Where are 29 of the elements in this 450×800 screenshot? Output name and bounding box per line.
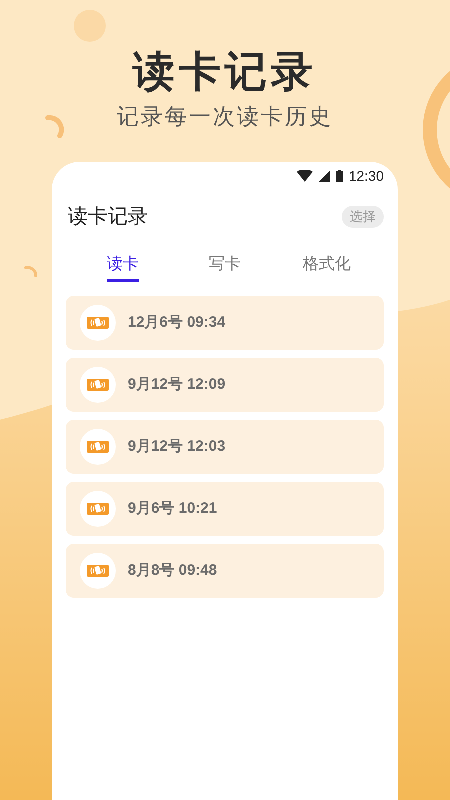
record-item[interactable]: 9月6号 10:21 — [66, 482, 384, 536]
screen-title: 读卡记录 — [68, 205, 148, 230]
tab[interactable]: 写卡 — [209, 254, 241, 282]
card-reader-icon — [80, 367, 116, 403]
card-reader-icon — [80, 429, 116, 465]
record-item[interactable]: 8月8号 09:48 — [66, 544, 384, 598]
status-time: 12:30 — [348, 166, 384, 186]
record-item[interactable]: 9月12号 12:09 — [66, 358, 384, 412]
decorative-arc — [24, 266, 38, 278]
record-item[interactable]: 12月6号 09:34 — [66, 296, 384, 350]
card-reader-icon — [80, 305, 116, 341]
record-time: 8月8号 09:48 — [128, 560, 218, 581]
headline: 读卡记录 — [133, 47, 317, 97]
record-item[interactable]: 9月12号 12:03 — [66, 420, 384, 474]
subtitle: 记录每一次读卡历史 — [117, 103, 333, 131]
tab[interactable]: 格式化 — [303, 254, 351, 282]
decorative-arc — [46, 115, 64, 138]
record-time: 12月6号 09:34 — [128, 312, 226, 333]
wifi-icon — [296, 170, 313, 182]
card-reader-icon — [80, 491, 116, 527]
record-time: 9月12号 12:09 — [128, 374, 226, 395]
card-reader-icon — [80, 553, 116, 589]
record-time: 9月6号 10:21 — [128, 498, 218, 519]
record-time: 9月12号 12:03 — [128, 436, 226, 457]
select-button[interactable]: 选择 — [342, 206, 384, 228]
battery-icon — [336, 170, 343, 182]
signal-icon — [318, 170, 330, 182]
decorative-circle — [74, 10, 106, 42]
tab[interactable]: 读卡 — [107, 254, 139, 282]
